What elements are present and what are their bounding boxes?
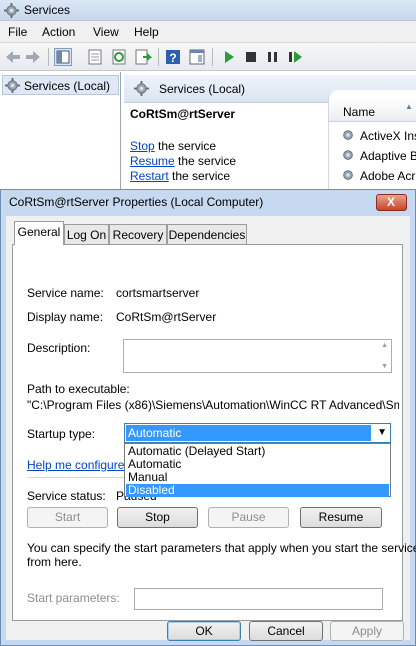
forward-arrow-icon[interactable] xyxy=(24,48,42,66)
start-params-info-line2: from here. xyxy=(27,555,82,569)
column-header-label: Name xyxy=(343,105,376,119)
display-name-label: Display name: xyxy=(27,310,104,324)
stop-service-icon[interactable] xyxy=(242,48,260,66)
cancel-button[interactable]: Cancel xyxy=(249,621,323,641)
services-list: Name ▲ ActiveX Ins Adaptive B Adobe Acr xyxy=(328,90,416,192)
export-list-icon[interactable] xyxy=(134,48,153,66)
display-name-value: CoRtSm@rtServer xyxy=(116,310,217,324)
path-value: "C:\Program Files (x86)\Siemens\Automati… xyxy=(27,398,399,412)
start-service-icon[interactable] xyxy=(220,48,238,66)
refresh-icon[interactable] xyxy=(110,48,128,66)
menu-action[interactable]: Action xyxy=(42,25,75,39)
close-icon: X xyxy=(387,195,396,209)
menu-bar: File Action View Help xyxy=(0,21,416,43)
list-item-label: ActiveX Ins xyxy=(360,129,416,143)
resume-service-link[interactable]: Resume xyxy=(130,154,175,168)
tab-log-on[interactable]: Log On xyxy=(64,224,109,244)
start-params-label: Start parameters: xyxy=(27,591,120,605)
selected-service-name: CoRtSm@rtServer xyxy=(130,107,236,121)
pause-button[interactable]: Pause xyxy=(208,507,289,528)
menu-view[interactable]: View xyxy=(93,25,119,39)
close-button[interactable]: X xyxy=(376,194,407,211)
toolbar-separator xyxy=(158,48,159,66)
dialog-body: General Log On Recovery Dependencies Ser… xyxy=(6,216,416,641)
apply-button[interactable]: Apply xyxy=(330,621,404,641)
ok-button[interactable]: OK xyxy=(167,621,241,641)
startup-type-label: Startup type: xyxy=(27,427,96,441)
toolbar: ? xyxy=(0,43,416,71)
gear-icon xyxy=(134,81,149,99)
action-suffix: the service xyxy=(154,139,217,153)
back-arrow-icon[interactable] xyxy=(4,48,22,66)
svg-text:?: ? xyxy=(169,51,176,65)
path-label: Path to executable: xyxy=(27,382,130,396)
resume-action-row: Resume the service xyxy=(130,154,236,168)
tree-item-label: Services (Local) xyxy=(24,79,111,93)
startup-type-value: Automatic xyxy=(126,425,371,441)
gear-icon xyxy=(341,168,355,185)
sort-ascending-icon: ▲ xyxy=(405,102,413,111)
resume-button[interactable]: Resume xyxy=(300,507,382,528)
tree-item-services-local[interactable]: Services (Local) xyxy=(2,75,119,95)
pause-service-icon[interactable] xyxy=(264,48,282,66)
start-button[interactable]: Start xyxy=(27,507,108,528)
toolbar-separator xyxy=(212,48,213,66)
console-tree-icon[interactable] xyxy=(54,48,72,66)
dialog-title: CoRtSm@rtServer Properties (Local Comput… xyxy=(9,195,264,209)
properties-page-icon[interactable] xyxy=(86,48,104,66)
list-item-label: Adobe Acr xyxy=(360,169,416,183)
service-status-label: Service status: xyxy=(27,489,106,503)
restart-action-row: Restart the service xyxy=(130,169,230,183)
menu-file[interactable]: File xyxy=(8,25,27,39)
name-column-header[interactable]: Name ▲ xyxy=(329,100,416,122)
console-tree-pane: Services (Local) xyxy=(0,72,121,192)
start-params-input[interactable] xyxy=(134,588,383,610)
toolbar-separator xyxy=(48,48,49,66)
properties-dialog: CoRtSm@rtServer Properties (Local Comput… xyxy=(0,189,416,646)
restart-service-icon[interactable] xyxy=(286,48,304,66)
stop-service-link[interactable]: Stop xyxy=(130,139,155,153)
restart-service-link[interactable]: Restart xyxy=(130,169,169,183)
description-field[interactable]: ▲ ▼ xyxy=(123,339,392,373)
general-tab-panel: Service name: cortsmartserver Display na… xyxy=(12,244,416,621)
gear-icon xyxy=(341,148,355,165)
show-hide-pane-icon[interactable] xyxy=(188,48,206,66)
action-suffix: the service xyxy=(168,169,231,183)
tab-dependencies[interactable]: Dependencies xyxy=(167,224,247,244)
tab-recovery[interactable]: Recovery xyxy=(109,224,167,244)
start-params-info-line1: You can specify the start parameters tha… xyxy=(27,541,416,555)
gear-icon xyxy=(341,128,355,145)
help-configure-link[interactable]: Help me configure s xyxy=(27,458,134,472)
services-window-title: Services xyxy=(24,3,71,17)
chevron-down-icon[interactable]: ▼ xyxy=(377,427,387,438)
stop-button[interactable]: Stop xyxy=(117,507,198,528)
action-suffix: the service xyxy=(174,154,237,168)
startup-option-disabled[interactable]: Disabled xyxy=(126,484,389,497)
gear-icon xyxy=(5,78,20,96)
menu-help[interactable]: Help xyxy=(134,25,159,39)
startup-type-dropdown: Automatic (Delayed Start) Automatic Manu… xyxy=(124,443,391,497)
details-header-label: Services (Local) xyxy=(159,82,246,96)
service-name-label: Service name: xyxy=(27,286,104,300)
tab-general[interactable]: General xyxy=(14,221,64,245)
services-gear-icon xyxy=(4,3,19,21)
description-label: Description: xyxy=(27,341,91,355)
stop-action-row: Stop the service xyxy=(130,139,216,153)
list-item-label: Adaptive B xyxy=(360,149,416,163)
services-title-bar: Services xyxy=(0,0,416,21)
help-icon[interactable]: ? xyxy=(164,48,182,66)
startup-type-select[interactable]: Automatic ▼ xyxy=(124,423,391,443)
scroll-down-icon[interactable]: ▼ xyxy=(381,363,388,370)
scroll-up-icon[interactable]: ▲ xyxy=(381,342,388,349)
service-name-value: cortsmartserver xyxy=(116,286,200,300)
